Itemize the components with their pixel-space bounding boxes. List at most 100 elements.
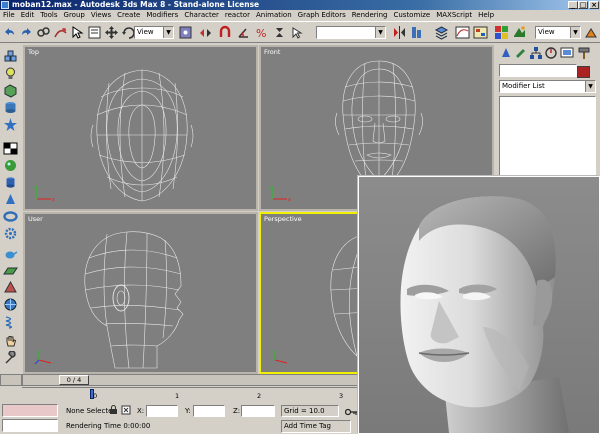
select-link-icon[interactable]: [36, 25, 51, 40]
tick-label: 3: [339, 392, 344, 400]
menu-tools[interactable]: Tools: [37, 10, 60, 21]
time-slider-handle[interactable]: 0 / 4: [59, 375, 89, 385]
svg-text:x: x: [288, 197, 291, 203]
y-coord-field[interactable]: [193, 405, 225, 417]
select-by-name-icon[interactable]: [87, 25, 102, 40]
align-icon[interactable]: [409, 25, 424, 40]
helix-icon[interactable]: [3, 314, 18, 329]
close-button[interactable]: ×: [589, 1, 599, 9]
tube-icon[interactable]: [3, 100, 18, 115]
sphere-icon[interactable]: [3, 158, 18, 173]
bind-space-warp-icon[interactable]: [53, 25, 68, 40]
menu-help[interactable]: Help: [475, 10, 497, 21]
svg-text:y: y: [34, 185, 37, 191]
viewport-top[interactable]: Top x y: [23, 45, 258, 211]
redo-icon[interactable]: [19, 25, 34, 40]
menu-modifiers[interactable]: Modifiers: [143, 10, 181, 21]
hierarchy-tab-icon[interactable]: [529, 46, 543, 60]
reference-coordinate-dropdown[interactable]: View ▼: [134, 26, 174, 39]
create-tab-icon[interactable]: [499, 46, 513, 60]
select-object-icon[interactable]: [70, 25, 85, 40]
modifier-list-dropdown[interactable]: Modifier List ▼: [499, 80, 596, 93]
maxscript-listener[interactable]: [2, 404, 58, 417]
menu-rendering[interactable]: Rendering: [349, 10, 391, 21]
viewport-label: Front: [264, 48, 281, 56]
angle-snap-icon[interactable]: [236, 25, 251, 40]
pyramid-icon[interactable]: [3, 280, 18, 295]
window-title: moban12.max - Autodesk 3ds Max 8 - Stand…: [12, 0, 260, 9]
cube-stack-icon[interactable]: [3, 49, 18, 64]
object-color-swatch[interactable]: [577, 66, 590, 78]
maxscript-input[interactable]: [2, 419, 58, 432]
time-slider[interactable]: 0 / 4: [22, 374, 358, 386]
undo-icon[interactable]: [2, 25, 17, 40]
render-type-dropdown[interactable]: View ▼: [535, 26, 581, 39]
absolute-mode-icon[interactable]: [121, 405, 131, 415]
menu-animation[interactable]: Animation: [253, 10, 295, 21]
named-selection-icon[interactable]: [290, 25, 305, 40]
percent-snap-icon[interactable]: %: [254, 25, 269, 40]
render-setup-icon[interactable]: [512, 25, 527, 40]
menu-create[interactable]: Create: [114, 10, 143, 21]
menu-views[interactable]: Views: [88, 10, 114, 21]
lock-icon[interactable]: [109, 405, 118, 415]
cylinder-icon[interactable]: [3, 175, 18, 190]
minimize-button[interactable]: _: [568, 1, 578, 9]
light-icon[interactable]: [3, 66, 18, 81]
pivot-center-icon[interactable]: [178, 25, 193, 40]
viewport-label: Top: [28, 48, 39, 56]
chevron-down-icon: ▼: [585, 81, 595, 92]
grid-status: Grid = 10.0: [281, 405, 339, 417]
material-editor-icon[interactable]: [494, 25, 509, 40]
gear-icon[interactable]: [3, 226, 18, 241]
menu-reactor[interactable]: reactor: [222, 10, 253, 21]
menu-maxscript[interactable]: MAXScript: [433, 10, 475, 21]
object-name-field[interactable]: [499, 64, 577, 77]
hammer-icon[interactable]: [577, 46, 591, 60]
head-wireframe-top: [90, 69, 194, 202]
z-coord-field[interactable]: [241, 405, 275, 417]
menu-graph-editors[interactable]: Graph Editors: [295, 10, 349, 21]
menu-edit[interactable]: Edit: [18, 10, 38, 21]
menu-character[interactable]: Character: [181, 10, 222, 21]
checker-icon[interactable]: [3, 141, 18, 156]
star-icon[interactable]: [3, 117, 18, 132]
named-selection-set-dropdown[interactable]: ▼: [316, 26, 386, 39]
key-icon[interactable]: [345, 408, 359, 416]
curve-editor-icon[interactable]: [455, 25, 470, 40]
track-bar[interactable]: [22, 387, 358, 396]
menu-customize[interactable]: Customize: [390, 10, 433, 21]
snap-toggle-icon[interactable]: [218, 25, 233, 40]
tick-label: 1: [175, 392, 180, 400]
add-time-tag-button[interactable]: Add Time Tag: [281, 420, 351, 433]
move-icon[interactable]: [104, 25, 119, 40]
motion-tab-icon[interactable]: [544, 46, 558, 60]
torus-icon[interactable]: [3, 209, 18, 224]
mirror-tool-icon[interactable]: [392, 25, 407, 40]
geosphere-icon[interactable]: [3, 297, 18, 312]
svg-text:x: x: [52, 197, 55, 203]
menu-group[interactable]: Group: [61, 10, 88, 21]
display-tab-icon[interactable]: [560, 46, 574, 60]
hand-icon[interactable]: [3, 334, 18, 349]
plane-icon[interactable]: [3, 263, 18, 278]
menu-file[interactable]: File: [0, 10, 18, 21]
slider-left-arrow[interactable]: [0, 374, 22, 386]
layer-manager-icon[interactable]: [434, 25, 449, 40]
spinner-snap-icon[interactable]: [272, 25, 287, 40]
viewport-user[interactable]: User: [23, 212, 258, 374]
maximize-button[interactable]: □: [578, 1, 588, 9]
wrench-icon[interactable]: [3, 351, 18, 366]
modify-tab-icon[interactable]: [514, 46, 528, 60]
rendered-head: [359, 177, 599, 433]
quick-render-icon[interactable]: [584, 25, 599, 40]
x-coord-field[interactable]: [146, 405, 178, 417]
y-coord-label: Y:: [185, 407, 191, 415]
teapot-icon[interactable]: [3, 246, 18, 261]
box-icon[interactable]: [3, 83, 18, 98]
schematic-view-icon[interactable]: [473, 25, 488, 40]
mirror-icon[interactable]: [198, 25, 213, 40]
menu-bar: File Edit Tools Group Views Create Modifiers Ch…: [0, 10, 600, 21]
cone-icon[interactable]: [3, 192, 18, 207]
modifier-stack-list[interactable]: [499, 96, 596, 176]
